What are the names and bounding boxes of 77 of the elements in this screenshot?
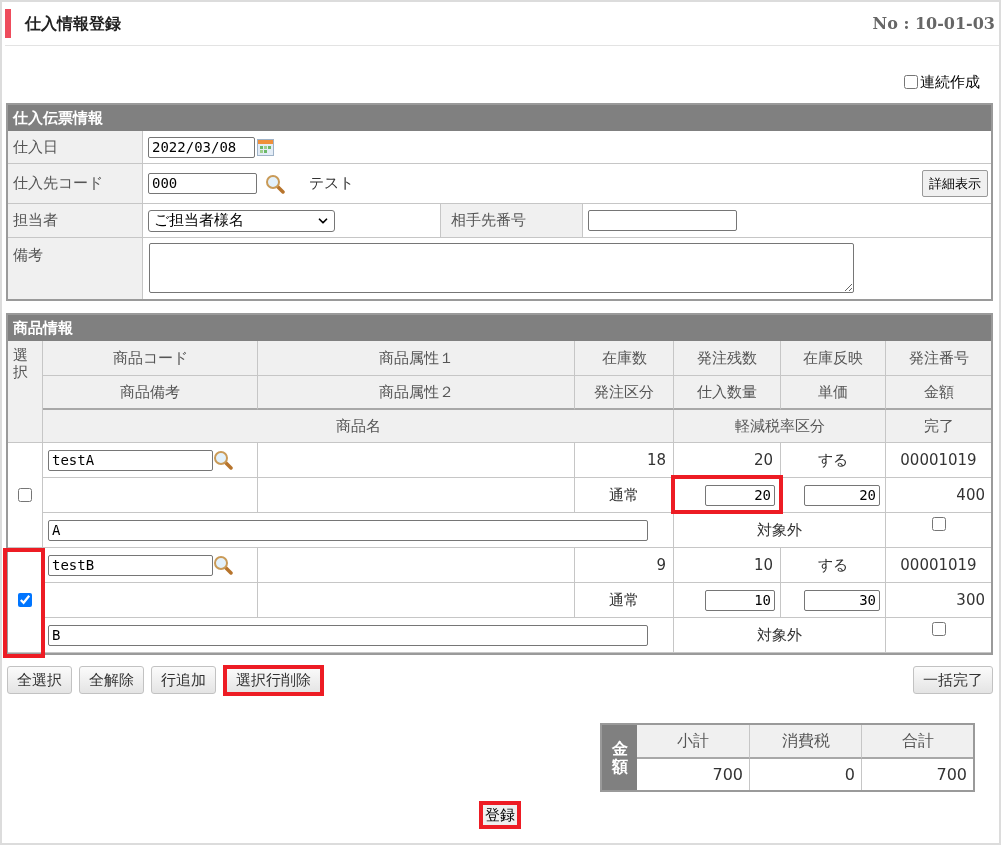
title-accent-bar (5, 9, 11, 38)
column-header: 小計 (637, 725, 750, 759)
action-button[interactable]: 全選択 (7, 666, 72, 694)
date-field[interactable]: 2022/03/08 (148, 136, 255, 158)
unit-price-field[interactable]: 20 (804, 484, 880, 506)
product-name-field[interactable]: A (48, 519, 648, 541)
table-cell: 10 (674, 548, 781, 583)
quantity-field[interactable]: 20 (705, 484, 775, 506)
supplier-name: テスト (309, 173, 354, 195)
column-header: 選択 (8, 341, 43, 443)
supplier-code-field[interactable]: 000 (148, 173, 257, 194)
column-header: 金額 (886, 376, 991, 410)
column-header: 完了 (886, 410, 991, 443)
search-icon[interactable] (265, 173, 285, 194)
column-header: 商品属性１ (258, 341, 575, 376)
column-header: 軽減税率区分 (674, 410, 886, 443)
column-header: 発注残数 (674, 341, 781, 376)
remarks-field[interactable] (149, 243, 854, 293)
action-button[interactable]: 全解除 (79, 666, 144, 694)
column-header: 商品名 (43, 410, 674, 443)
column-header: 商品属性２ (258, 376, 575, 410)
checkbox[interactable] (18, 488, 32, 502)
checkbox[interactable] (18, 593, 32, 607)
table-cell: 9 (575, 548, 674, 583)
column-header: 仕入数量 (674, 376, 781, 410)
table-cell: する (781, 443, 886, 478)
checkbox[interactable] (904, 75, 918, 89)
column-header: 合計 (862, 725, 973, 759)
table-cell: 通常 (575, 478, 674, 513)
partner-number-field[interactable] (588, 210, 737, 231)
table-cell: 300 (886, 583, 991, 618)
checkbox[interactable] (931, 622, 946, 636)
checkbox[interactable] (931, 517, 946, 531)
checkbox-label[interactable]: 連続作成 (920, 70, 980, 94)
table-cell: 対象外 (674, 618, 886, 653)
table-cell: 00001019 (886, 548, 991, 583)
page-title: 仕入情報登録 (25, 12, 121, 35)
table-cell: 20 (674, 443, 781, 478)
table-cell: する (781, 548, 886, 583)
field-label: 仕入先コード (8, 164, 143, 204)
column-header: 商品備考 (43, 376, 258, 410)
unit-price-field[interactable]: 30 (804, 589, 880, 611)
product-code-field[interactable]: testA (48, 449, 213, 471)
field-label: 相手先番号 (441, 204, 583, 238)
table-cell: 18 (575, 443, 674, 478)
field-label: 仕入日 (8, 131, 143, 164)
field-label: 担当者 (8, 204, 143, 238)
bulk-complete-button[interactable]: 一括完了 (913, 666, 993, 694)
staff-select[interactable]: ご担当者様名 (148, 209, 335, 232)
column-header: 単価 (781, 376, 886, 410)
table-cell: 0 (750, 759, 862, 790)
product-code-field[interactable]: testB (48, 554, 213, 576)
action-button[interactable]: 行追加 (151, 666, 216, 694)
section-title: 仕入伝票情報 (8, 105, 991, 131)
section-title: 商品情報 (8, 315, 991, 341)
column-header: 商品コード (43, 341, 258, 376)
table-cell: 対象外 (674, 513, 886, 548)
detail-button[interactable]: 詳細表示 (922, 170, 988, 197)
table-cell: 700 (637, 759, 750, 790)
screen-number: No : 10-01-03 (872, 12, 995, 35)
column-header: 発注番号 (886, 341, 991, 376)
search-icon[interactable] (213, 450, 233, 470)
product-name-field[interactable]: B (48, 624, 648, 646)
quantity-field[interactable]: 10 (705, 589, 775, 611)
field-label: 備考 (8, 238, 143, 299)
table-cell: 00001019 (886, 443, 991, 478)
column-header: 消費税 (750, 725, 862, 759)
table-cell-text: 700 (935, 763, 968, 786)
action-button[interactable]: 選択行削除 (226, 666, 321, 694)
totals-label: 金額 (602, 725, 637, 790)
column-header: 在庫反映 (781, 341, 886, 376)
table-cell: 通常 (575, 583, 674, 618)
calendar-icon[interactable] (257, 138, 274, 156)
search-icon[interactable] (213, 555, 233, 575)
table-cell: 400 (886, 478, 991, 513)
column-header: 在庫数 (575, 341, 674, 376)
column-header: 発注区分 (575, 376, 674, 410)
